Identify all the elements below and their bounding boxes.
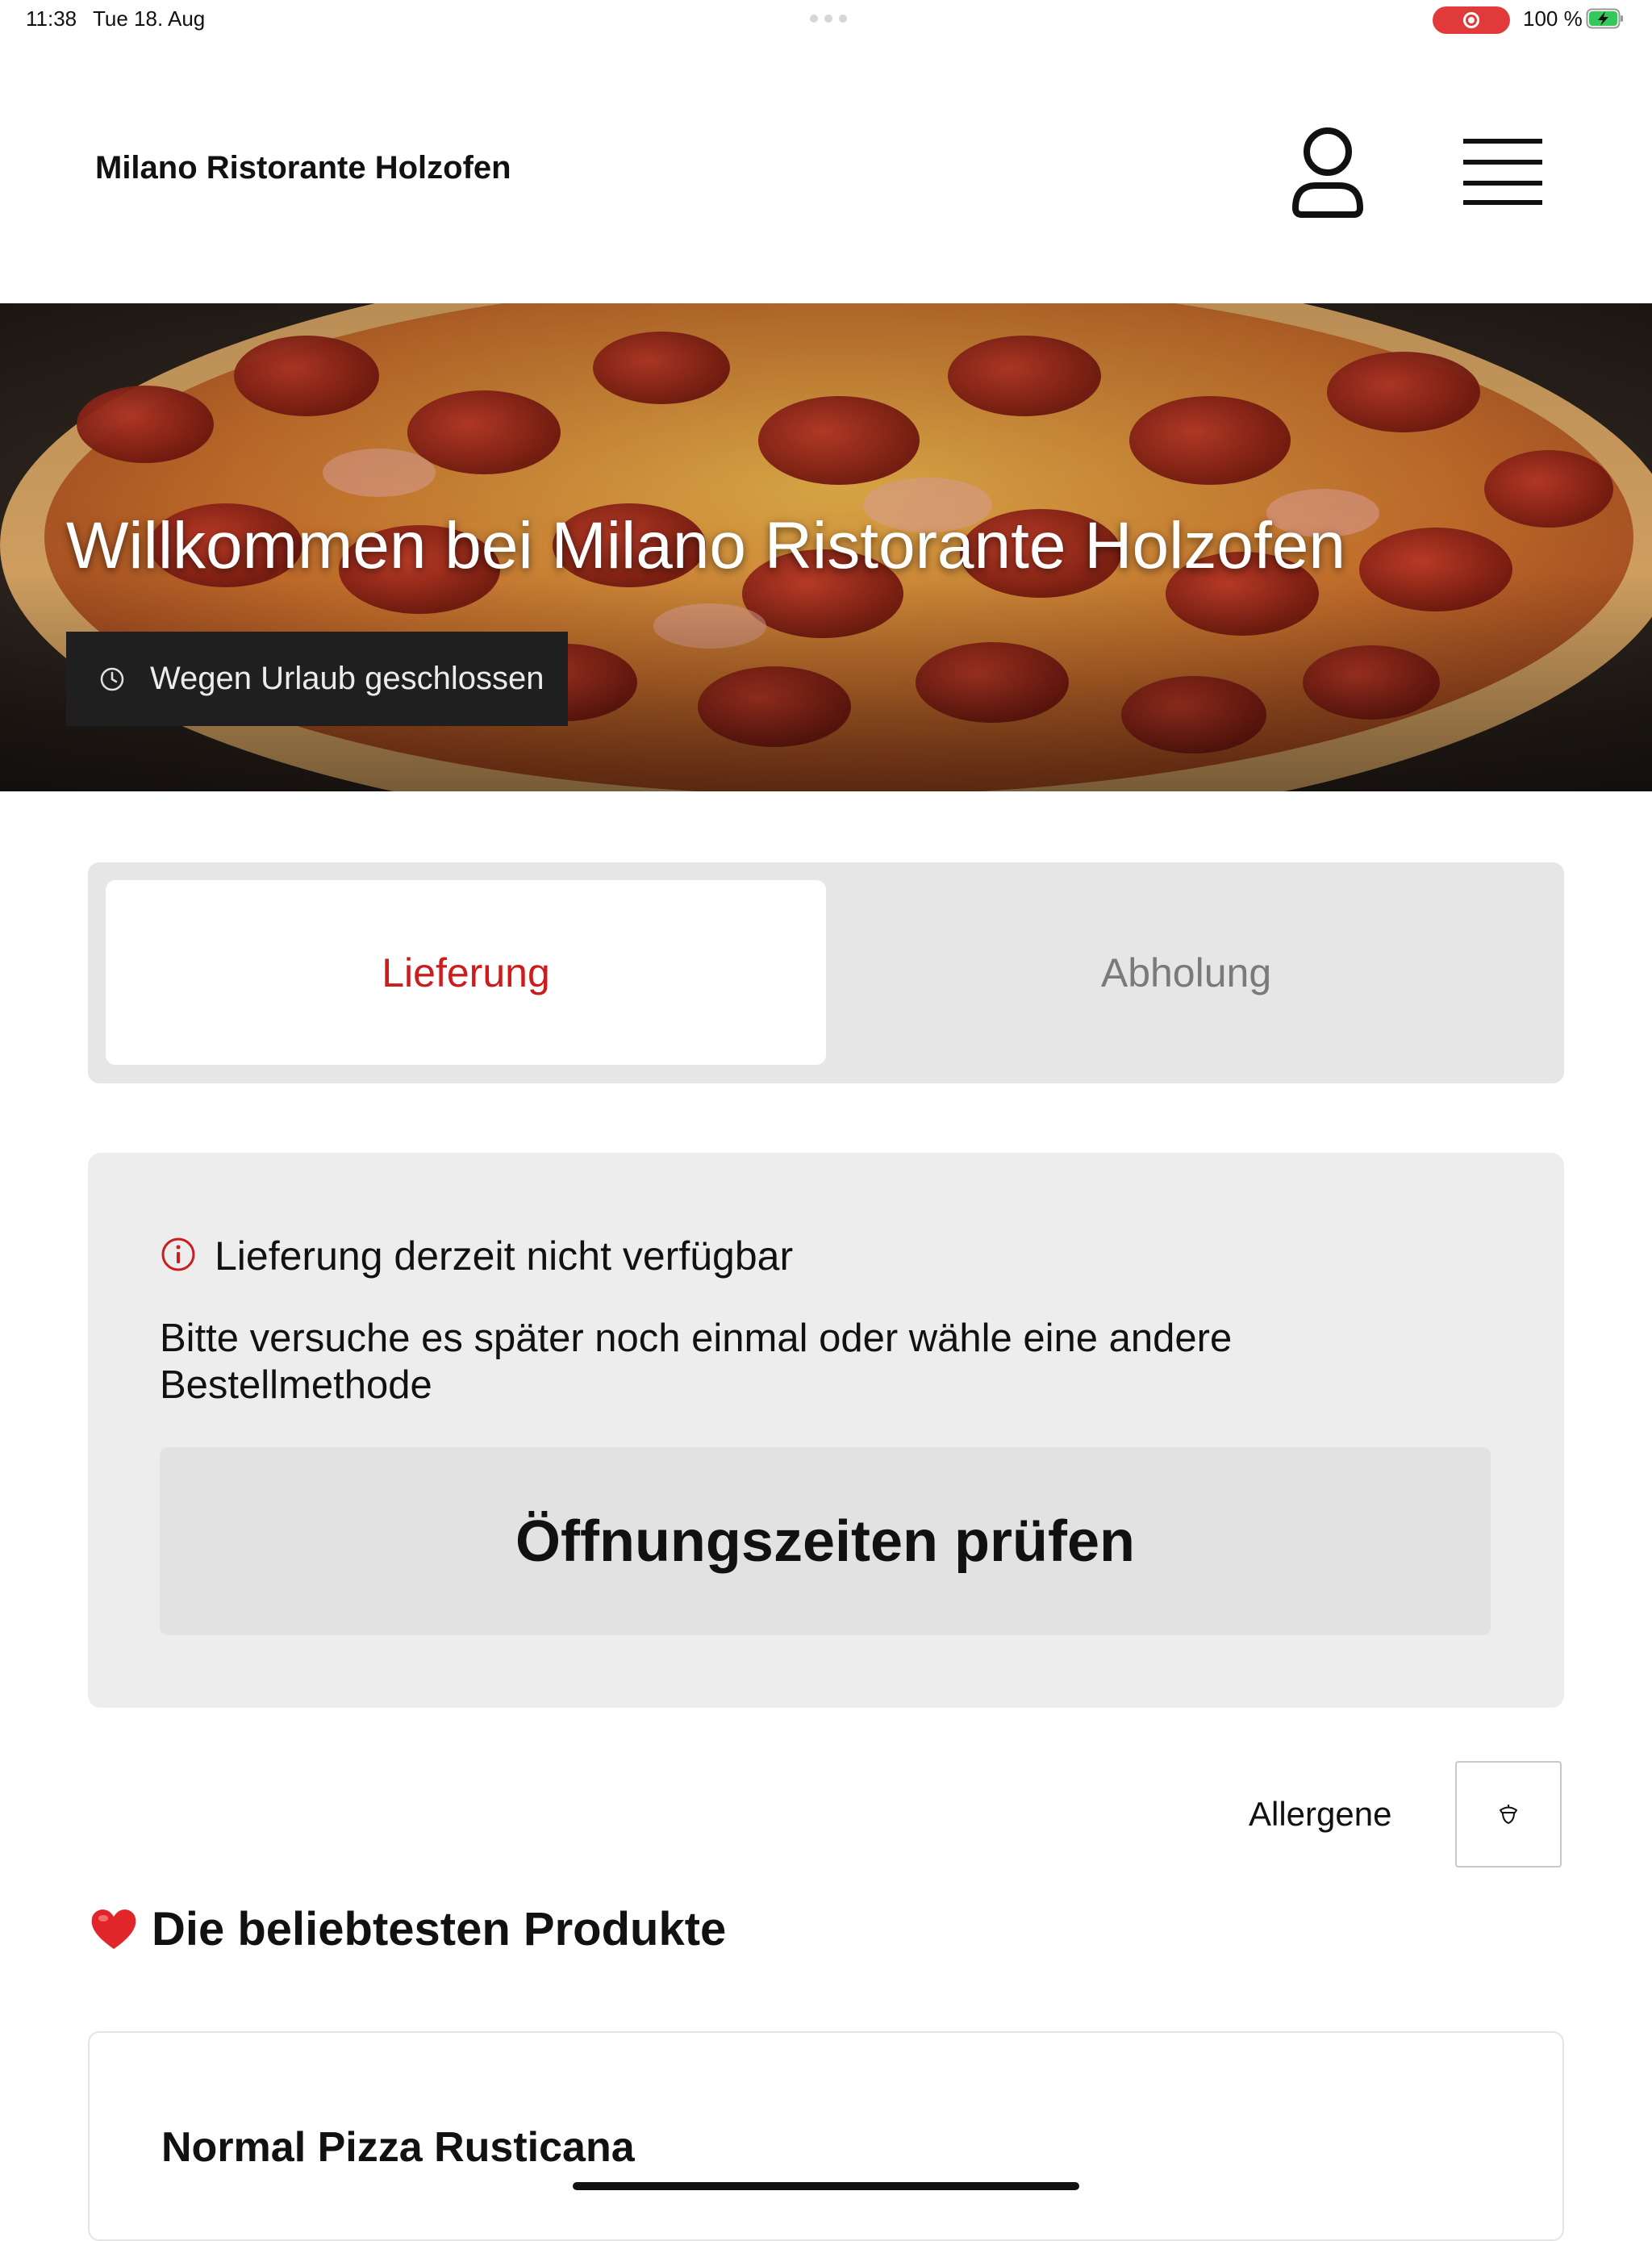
welcome-heading: Willkommen bei Milano Ristorante Holzofe… [66, 509, 1345, 582]
heart-icon [91, 1909, 136, 1949]
acorn-icon [1500, 1805, 1517, 1824]
person-icon [1292, 127, 1363, 218]
hamburger-menu-icon [1463, 139, 1542, 205]
status-time: 11:38 [26, 6, 77, 31]
home-indicator[interactable] [573, 2182, 1079, 2190]
allergens-filter-button[interactable] [1455, 1761, 1562, 1868]
notice-title: Lieferung derzeit nicht verfügbar [215, 1233, 794, 1279]
allergens-label: Allergene [1249, 1795, 1392, 1833]
restaurant-name[interactable]: Milano Ristorante Holzofen [95, 150, 511, 186]
check-opening-hours-button[interactable]: Öffnungszeiten prüfen [160, 1447, 1491, 1635]
battery-charging-icon [1586, 8, 1623, 29]
notice-message: Bitte versuche es später noch einmal ode… [160, 1317, 1233, 1407]
account-button[interactable] [1287, 123, 1368, 219]
info-icon [161, 1237, 195, 1271]
status-date: Tue 18. Aug [93, 6, 206, 31]
tab-pickup[interactable]: Abholung [826, 880, 1546, 1065]
multitasking-handle[interactable] [810, 15, 847, 23]
product-name[interactable]: Normal Pizza Rusticana [161, 2123, 635, 2172]
screen-recording-indicator[interactable] [1433, 6, 1510, 34]
popular-products-heading: Die beliebtesten Produkte [152, 1903, 727, 1955]
menu-button[interactable] [1462, 136, 1544, 208]
tab-delivery[interactable]: Lieferung [106, 880, 826, 1065]
battery-percentage: 100 % [1523, 6, 1583, 31]
clock-icon [100, 667, 124, 691]
store-status-text: Wegen Urlaub geschlossen [150, 661, 544, 696]
record-icon [1463, 12, 1479, 28]
store-status-badge: Wegen Urlaub geschlossen [66, 632, 568, 726]
